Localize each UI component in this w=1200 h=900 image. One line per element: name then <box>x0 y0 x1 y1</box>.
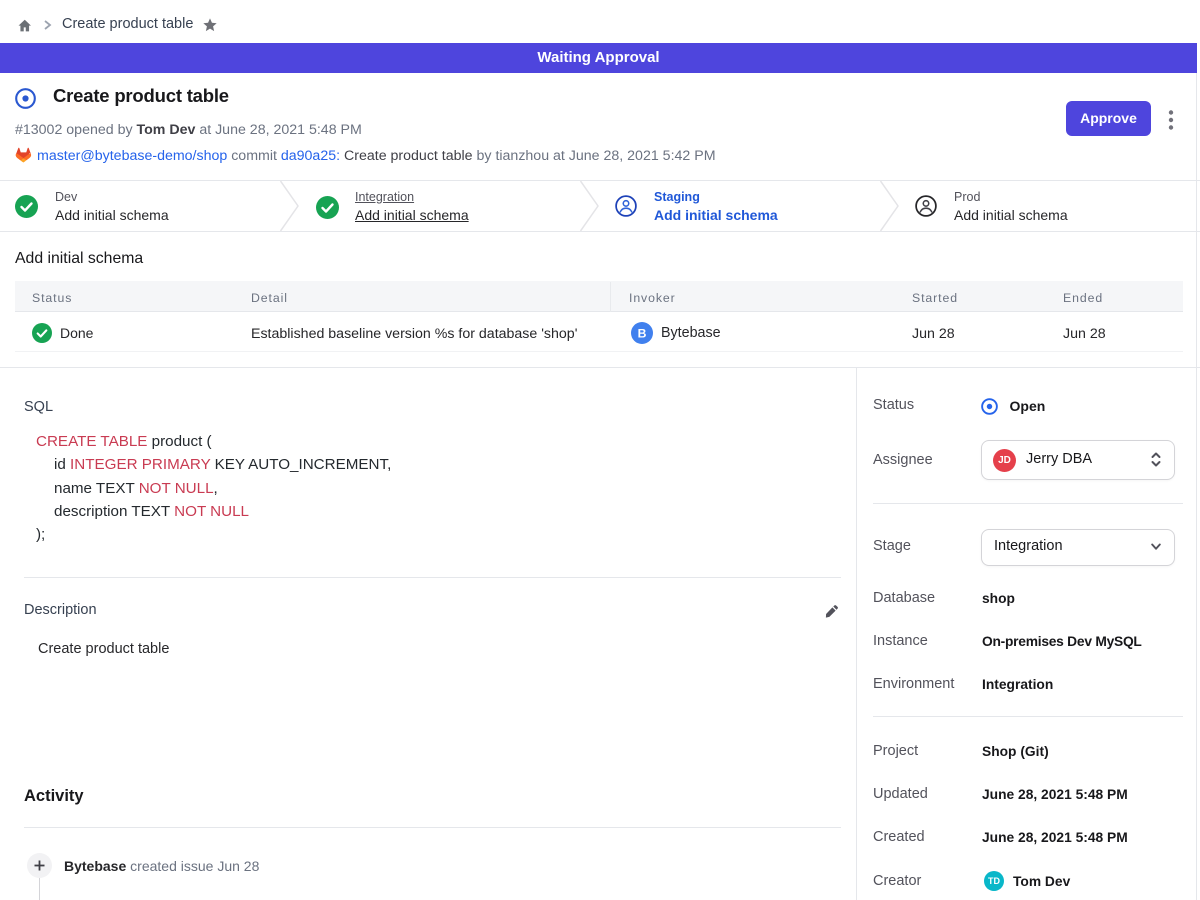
svg-text:B: B <box>637 326 646 340</box>
